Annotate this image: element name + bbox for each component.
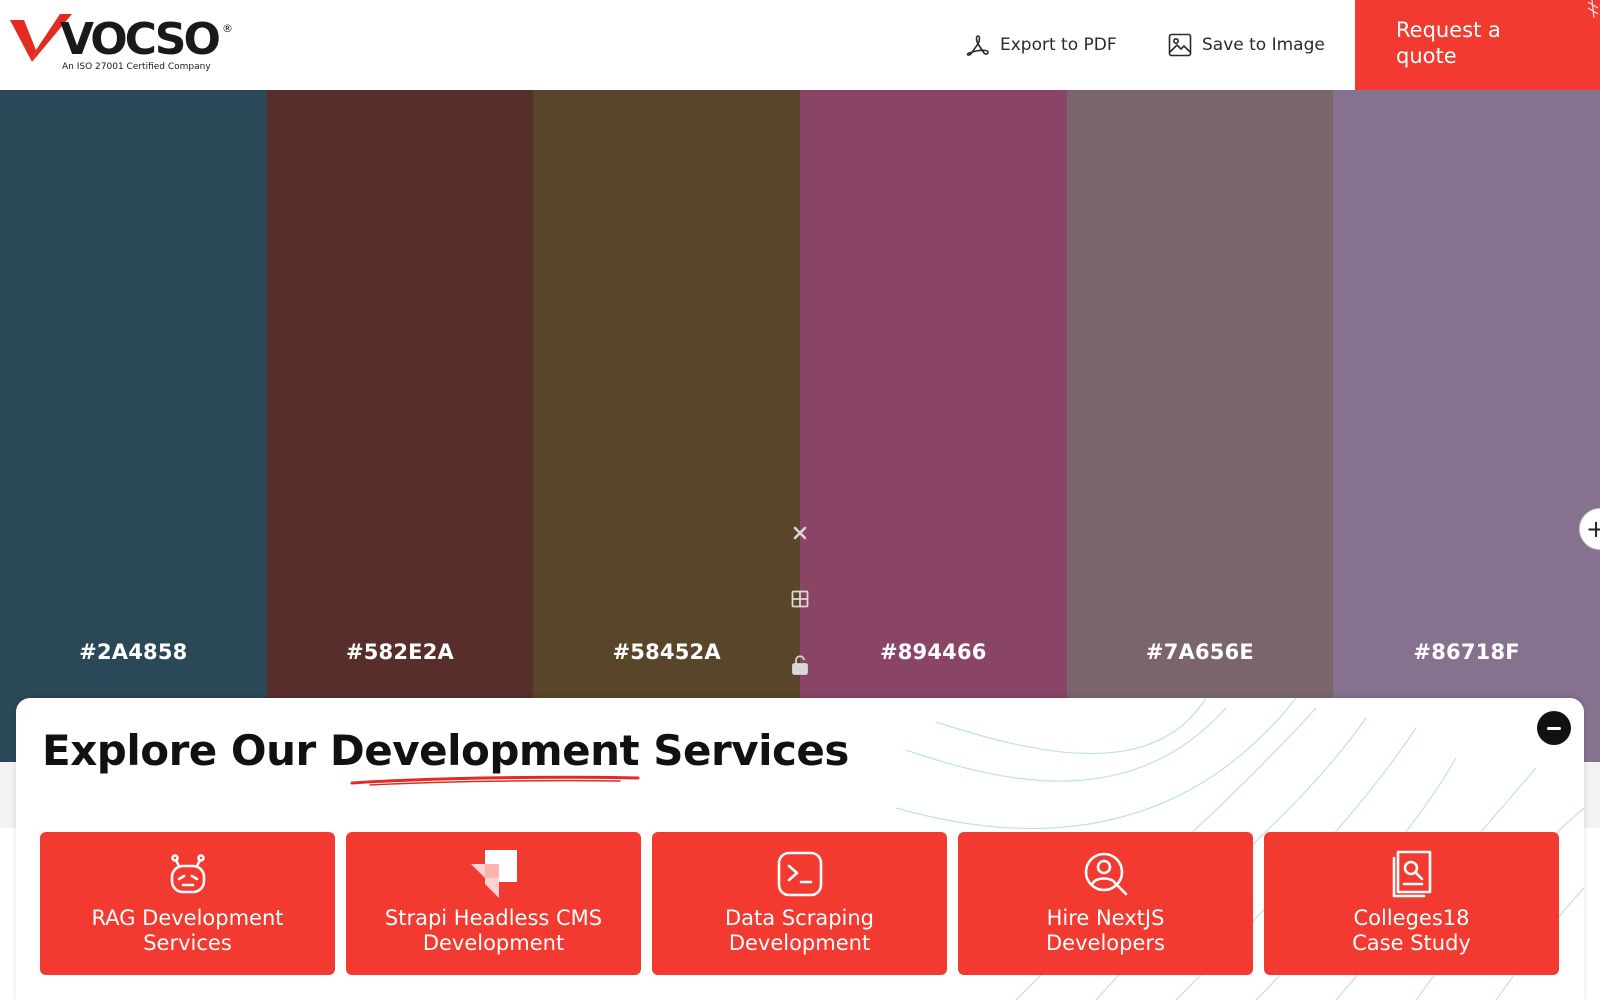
shades-grid-button[interactable] [789, 588, 811, 610]
remove-color-button[interactable] [789, 522, 811, 544]
service-cards: RAG Development Services Strapi Headless… [40, 832, 1559, 975]
card-label-line2: Development [422, 931, 565, 955]
grid-icon [791, 590, 809, 608]
user-search-icon [1083, 850, 1129, 898]
service-card-strapi[interactable]: Strapi Headless CMS Development [346, 832, 641, 975]
vocso-logo[interactable]: VOCSO ® An ISO 27001 Certified Company [10, 12, 240, 74]
color-swatch[interactable]: #7A656E [1066, 90, 1334, 762]
card-label-line1: Data Scraping [725, 906, 874, 930]
terminal-icon [777, 850, 823, 898]
card-label-line1: Hire NextJS [1046, 906, 1165, 930]
swatch-hex-label[interactable]: #58452A [533, 640, 800, 664]
export-pdf-button[interactable]: Export to PDF [966, 30, 1117, 60]
swatch-hex-label[interactable]: #894466 [800, 640, 1067, 664]
image-icon [1168, 33, 1192, 57]
request-quote-button[interactable]: Request a quote [1355, 0, 1600, 90]
card-label-line2: Services [143, 931, 232, 955]
color-swatch[interactable]: #86718F [1333, 90, 1600, 762]
heading-part1: Explore Our [42, 726, 330, 775]
logo-registered-mark: ® [222, 22, 233, 35]
save-image-label: Save to Image [1202, 35, 1325, 55]
card-label-line2: Developers [1046, 931, 1165, 955]
swatch-hex-label[interactable]: #7A656E [1067, 640, 1334, 664]
card-label-line1: Colleges18 [1353, 906, 1470, 930]
color-swatch[interactable]: #58452A [533, 90, 800, 762]
service-card-rag[interactable]: RAG Development Services [40, 832, 335, 975]
plus-icon: + [1586, 515, 1600, 543]
service-card-nextjs[interactable]: Hire NextJS Developers [958, 832, 1253, 975]
swatch-hex-label[interactable]: #86718F [1333, 640, 1600, 664]
swatch-hex-label[interactable]: #582E2A [267, 640, 534, 664]
minus-icon [1547, 726, 1561, 730]
color-swatch[interactable]: #2A4858 [0, 90, 267, 762]
explore-heading: Explore Our Development Services [42, 726, 849, 775]
heading-highlight: Development [329, 726, 640, 775]
heading-underline [350, 775, 640, 786]
card-label-line1: RAG Development [91, 906, 284, 930]
strapi-icon [470, 850, 517, 898]
swatch-hex-label[interactable]: #2A4858 [0, 640, 267, 664]
color-swatch[interactable]: #894466 [799, 90, 1067, 762]
card-label-line2: Development [728, 931, 871, 955]
explore-services-panel: Explore Our Development Services RAG Dev… [16, 698, 1584, 1000]
request-quote-line1: Request a [1396, 18, 1501, 42]
request-quote-line2: quote [1396, 44, 1457, 68]
acrobat-icon [966, 35, 989, 56]
document-search-icon [1389, 850, 1435, 898]
service-card-colleges18[interactable]: Colleges18 Case Study [1264, 832, 1559, 975]
robot-icon [165, 850, 211, 898]
card-label-line2: Case Study [1352, 931, 1471, 955]
heading-part2: Services [639, 726, 849, 775]
site-header: VOCSO ® An ISO 27001 Certified Company E… [0, 0, 1600, 90]
save-image-button[interactable]: Save to Image [1168, 30, 1325, 60]
card-label-line1: Strapi Headless CMS [384, 906, 603, 930]
logo-wordmark: VOCSO [60, 14, 221, 65]
lock-color-button[interactable] [789, 654, 811, 676]
corner-decoration-icon [1587, 0, 1599, 18]
color-swatch[interactable]: #582E2A [266, 90, 534, 762]
logo-tagline: An ISO 27001 Certified Company [62, 62, 211, 72]
close-icon [793, 526, 807, 540]
service-card-data-scraping[interactable]: Data Scraping Development [652, 832, 947, 975]
collapse-panel-button[interactable] [1537, 711, 1571, 745]
unlock-icon [792, 655, 808, 675]
export-pdf-label: Export to PDF [1000, 35, 1117, 55]
